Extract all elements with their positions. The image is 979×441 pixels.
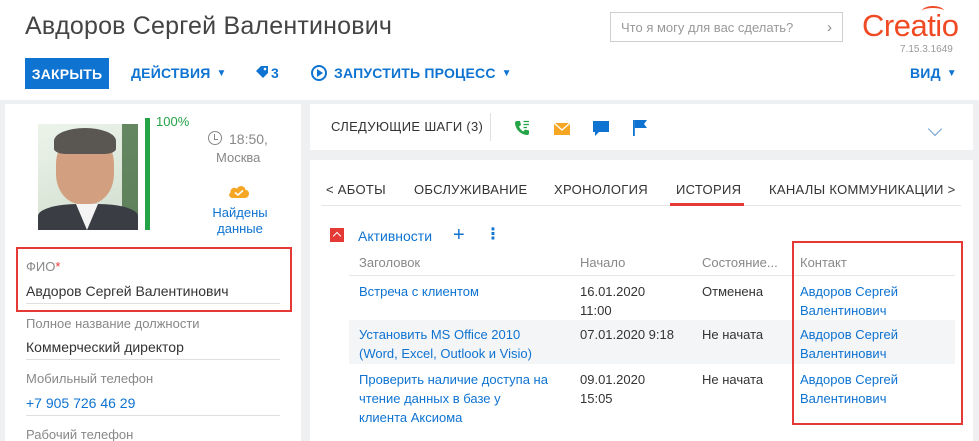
phone-icon[interactable] [514,120,530,136]
tab-communication-channels[interactable]: КАНАЛЫ КОММУНИКАЦИИ > [769,182,955,197]
column-header-start[interactable]: Начало [580,255,625,270]
fio-label: ФИО* [26,259,61,274]
row2-title[interactable]: Установить MS Office 2010 (Word, Excel, O… [359,325,532,363]
row1-state: Отменена [702,284,764,299]
search-input[interactable] [611,13,811,41]
tab-service[interactable]: ОБСЛУЖИВАНИЕ [414,182,528,197]
local-time: 18:50, [229,131,268,147]
logo-wave-icon [922,6,944,16]
position-label: Полное название должности [26,316,200,331]
position-value[interactable]: Коммерческий директор [26,339,184,355]
column-header-title[interactable]: Заголовок [359,255,420,270]
profile-completeness-label: 100% [156,114,190,129]
caret-down-icon: ▼ [946,68,957,79]
fio-value[interactable]: Авдоров Сергей Валентинович [26,283,229,299]
contact-column-highlight-box [792,241,963,425]
active-tab-indicator [670,203,744,206]
next-steps-title[interactable]: СЛЕДУЮЩИЕ ШАГИ (3) [331,119,483,134]
flag-icon[interactable] [633,120,647,136]
close-button[interactable]: ЗАКРЫТЬ [25,58,109,89]
profile-completeness-fill [145,118,150,230]
activities-section-title[interactable]: Активности [358,228,432,244]
chevron-right-icon[interactable]: › [827,19,832,36]
actions-menu[interactable]: ДЕЙСТВИЯ ▼ [131,65,227,81]
tab-timeline[interactable]: ХРОНОЛОГИЯ [554,182,648,197]
actions-label: ДЕЙСТВИЯ [131,65,211,81]
local-city: Москва [216,150,261,165]
caret-down-icon: ▼ [501,68,512,79]
row1-start: 16.01.2020 11:00 [580,284,646,318]
mobile-phone-label: Мобильный телефон [26,371,154,386]
page-header: Авдоров Сергей Валентинович › Creatio 7.… [0,0,979,100]
row2-start: 07.01.2020 9:18 [580,327,674,342]
separator [490,113,491,141]
run-process-label: ЗАПУСТИТЬ ПРОЦЕСС [334,65,496,81]
view-menu[interactable]: ВИД ▼ [910,65,957,81]
play-circle-icon[interactable] [311,65,327,81]
page-title: Авдоров Сергей Валентинович [25,12,393,40]
caret-down-icon: ▼ [216,68,227,79]
email-icon[interactable] [554,123,570,135]
field-divider [26,415,280,416]
chat-icon[interactable] [593,121,609,136]
version-label: 7.15.3.1649 [900,44,953,55]
add-icon[interactable]: + [453,225,465,245]
row1-title[interactable]: Встреча с клиентом [359,282,479,301]
clock-icon [208,131,222,145]
tabs-divider [321,205,961,206]
search-box[interactable]: › [610,12,843,42]
tags-count[interactable]: 3 [271,65,279,81]
mobile-phone-value[interactable]: +7 905 726 46 29 [26,395,135,411]
cloud-check-icon[interactable] [228,183,250,199]
row3-title[interactable]: Проверить наличие доступа на чтение данны… [359,370,548,427]
view-label: ВИД [910,65,941,81]
column-header-state[interactable]: Состояние... [702,255,778,270]
profile-completeness-bar [145,118,150,230]
found-data-link[interactable]: Найдены данные [205,205,275,237]
work-phone-label: Рабочий телефон [26,427,134,441]
more-vertical-icon[interactable]: ⋮ [485,227,501,243]
tab-works[interactable]: < АБОТЫ [326,182,386,197]
contact-photo[interactable] [38,124,138,230]
field-divider [26,359,280,360]
field-divider [26,303,280,304]
row3-state: Не начата [702,372,764,387]
row2-state: Не начата [702,327,764,342]
row3-start: 09.01.2020 15:05 [580,372,646,406]
required-mark: * [55,259,61,274]
tab-history[interactable]: ИСТОРИЯ [676,182,741,197]
collapse-icon[interactable] [330,228,344,242]
tag-icon[interactable] [256,66,268,78]
run-process-menu[interactable]: ЗАПУСТИТЬ ПРОЦЕСС ▼ [334,65,512,81]
